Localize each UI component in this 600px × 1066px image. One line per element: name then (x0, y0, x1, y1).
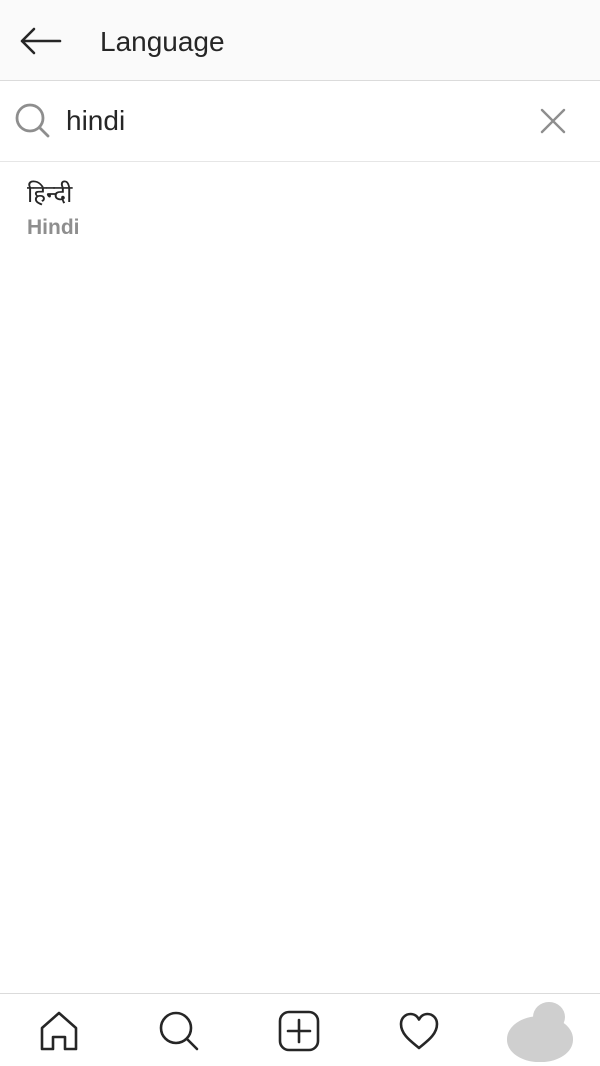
close-icon (540, 108, 566, 134)
language-english-name: Hindi (27, 216, 80, 239)
nav-new-post-button[interactable] (269, 1006, 329, 1056)
arrow-left-icon (20, 27, 62, 55)
add-post-icon (278, 1010, 320, 1052)
search-bar (0, 81, 600, 162)
heart-icon (399, 1012, 439, 1050)
bottom-navigation-bar (0, 993, 600, 1066)
nav-activity-button[interactable] (389, 1006, 449, 1056)
language-settings-screen: Language हिन्दी Hindi (0, 0, 600, 1066)
search-icon (159, 1011, 199, 1051)
clear-search-button[interactable] (532, 100, 574, 142)
nav-profile-button[interactable] (505, 1002, 577, 1062)
back-button[interactable] (12, 16, 68, 66)
page-title: Language (100, 26, 225, 57)
home-icon (40, 1011, 78, 1051)
top-app-bar: Language (0, 0, 600, 81)
language-native-name: हिन्दी (27, 180, 73, 208)
search-icon (15, 103, 50, 138)
nav-home-button[interactable] (29, 1006, 89, 1056)
language-list-item[interactable]: हिन्दी Hindi (0, 163, 600, 253)
nav-search-button[interactable] (149, 1006, 209, 1056)
search-input[interactable] (66, 99, 506, 143)
